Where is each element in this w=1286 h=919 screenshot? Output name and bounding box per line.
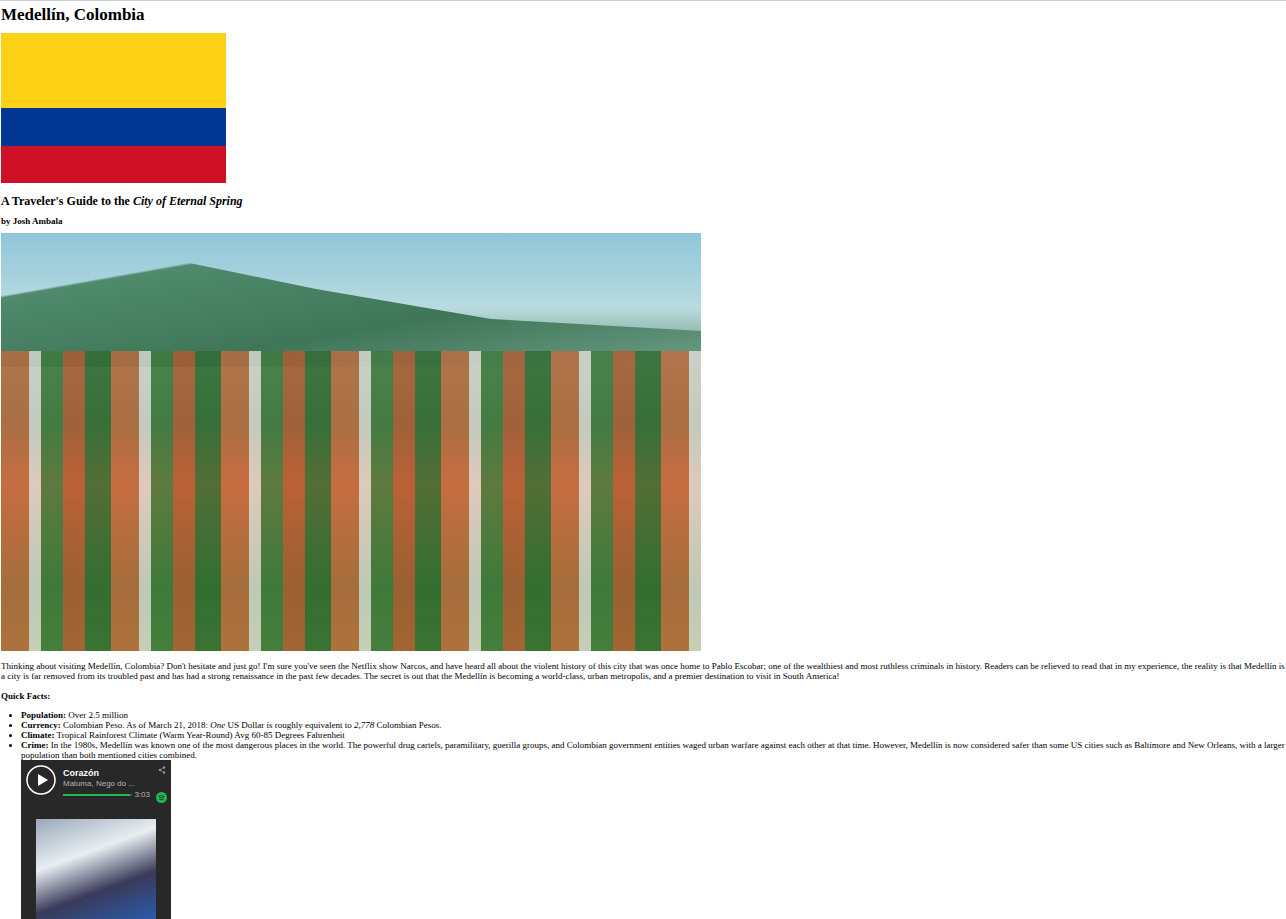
play-icon [26, 765, 56, 795]
fact-item: Currency: Colombian Peso. As of March 21… [21, 720, 1285, 730]
intro-paragraph: Thinking about visiting Medellín, Colomb… [1, 661, 1285, 681]
page-title: Medellín, Colombia [1, 5, 1285, 25]
track-title: Corazón [63, 768, 150, 779]
album-art [36, 819, 156, 919]
track-artist: Maluma, Nego do ... [63, 779, 150, 789]
colombia-flag-icon [1, 33, 226, 183]
fact-item: Population: Over 2.5 million [21, 710, 1285, 720]
spotify-logo-icon [156, 792, 167, 803]
facts-heading: Quick Facts: [1, 690, 1285, 702]
byline: by Josh Ambala [1, 215, 1285, 227]
article-page: Medellín, Colombia A Traveler's Guide to … [0, 0, 1286, 919]
subtitle: A Traveler's Guide to the City of Eterna… [1, 194, 1285, 209]
progress-bar[interactable] [63, 794, 132, 796]
play-button[interactable] [25, 764, 57, 796]
city-photo [1, 233, 701, 651]
track-time: 3:03 [134, 790, 150, 800]
spotify-player[interactable]: CorazónMaluma, Nego do ...3:03 [21, 760, 171, 919]
fact-item: Climate: Tropical Rainforest Climate (Wa… [21, 730, 1285, 740]
share-icon[interactable] [158, 766, 166, 774]
fact-item: Crime: In the 1980s, Medellín was known … [21, 740, 1285, 760]
facts-list: Population: Over 2.5 millionCurrency: Co… [1, 710, 1285, 760]
